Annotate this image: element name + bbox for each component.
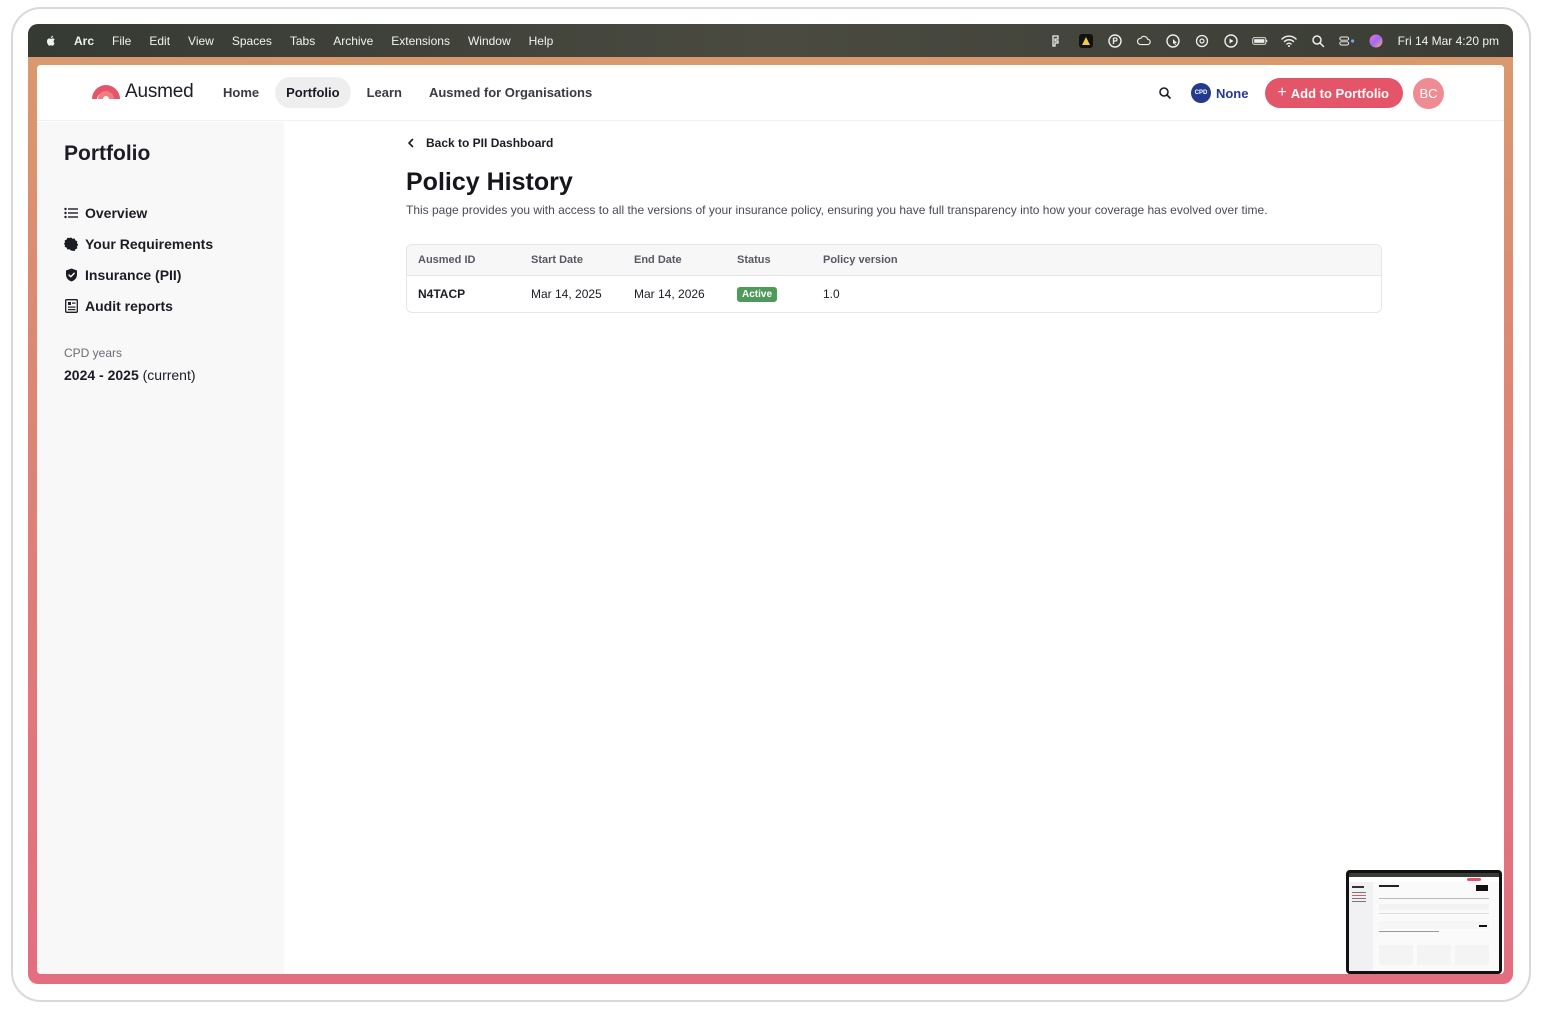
page-description: This page provides you with access to al… [406,203,1268,217]
cpd-badge-icon: CPD [1190,83,1211,103]
menu-bar-items: Arc File Edit View Spaces Tabs Archive E… [74,34,571,48]
cell-ausmed-id: N4TACP [418,287,466,301]
report-icon [64,298,78,313]
apple-icon[interactable] [44,34,58,48]
cell-policy-version: 1.0 [823,287,840,301]
menu-archive[interactable]: Archive [333,34,373,48]
menu-edit[interactable]: Edit [149,34,170,48]
plus-icon: + [1277,84,1287,101]
cpd-status[interactable]: CPD None [1190,83,1249,103]
cloud-icon[interactable] [1136,33,1152,49]
back-link-label: Back to PII Dashboard [426,136,554,150]
openai-icon[interactable] [1194,33,1210,49]
wifi-icon[interactable] [1280,33,1297,49]
main-content: Back to PII Dashboard Policy History Thi… [406,135,1386,313]
add-to-portfolio-label: Add to Portfolio [1290,85,1389,101]
nav-portfolio[interactable]: Portfolio [275,77,351,108]
window-preview-thumbnail[interactable] [1346,870,1502,974]
nav-home[interactable]: Home [212,77,270,108]
sidebar-item-insurance-pii[interactable]: Insurance (PII) [64,259,213,290]
thumbnail-preview-graphic [1349,873,1499,971]
brand-name: Ausmed [125,81,194,102]
menu-help[interactable]: Help [529,34,554,48]
menu-tabs[interactable]: Tabs [290,34,315,48]
shield-check-icon [64,268,78,282]
main-nav: Home Portfolio Learn Ausmed for Organisa… [212,77,608,108]
sidebar-item-label: Audit reports [85,297,173,314]
sidebar-item-label: Insurance (PII) [85,266,182,283]
sidebar-item-overview[interactable]: Overview [64,197,213,228]
back-to-pii-dashboard-link[interactable]: Back to PII Dashboard [406,135,1386,151]
sidebar-item-audit-reports[interactable]: Audit reports [64,290,213,321]
cpd-year-selector[interactable]: 2024 - 2025 (current) [64,367,196,383]
list-icon [64,206,78,220]
page-title: Policy History [406,168,573,196]
portfolio-sidebar: Portfolio Overview Your Requirements Ins… [37,122,284,974]
menu-file[interactable]: File [112,34,131,48]
add-to-portfolio-button[interactable]: + Add to Portfolio [1265,78,1403,108]
spotlight-search-icon[interactable] [1310,33,1326,49]
menu-window[interactable]: Window [468,34,511,48]
cpd-year-range: 2024 - 2025 [64,367,139,383]
header-actions: CPD None + Add to Portfolio BC [1157,77,1504,109]
menu-view[interactable]: View [188,34,214,48]
menu-bar-clock[interactable]: Fri 14 Mar 4:20 pm [1398,34,1499,48]
column-header-end-date: End Date [634,254,682,266]
app-badge-icon[interactable] [1078,33,1094,49]
sidebar-item-label: Your Requirements [85,235,214,252]
nav-learn[interactable]: Learn [356,77,413,108]
siri-icon[interactable] [1368,33,1384,49]
column-header-policy-version: Policy version [823,254,898,266]
sidebar-nav: Overview Your Requirements Insurance (PI… [64,197,213,321]
nav-ausmed-for-organisations[interactable]: Ausmed for Organisations [418,77,603,108]
column-header-status: Status [737,254,771,266]
user-avatar[interactable]: BC [1413,77,1444,109]
table-header: Ausmed ID Start Date End Date Status Pol… [407,245,1381,276]
cell-start-date: Mar 14, 2025 [531,287,602,301]
sidebar-title: Portfolio [64,142,151,165]
cell-status: Active [737,286,823,302]
sidebar-item-your-requirements[interactable]: Your Requirements [64,228,213,259]
macos-menu-bar: Arc File Edit View Spaces Tabs Archive E… [28,24,1513,57]
status-area: Fri 14 Mar 4:20 pm [1036,24,1499,57]
ausmed-logo[interactable]: Ausmed [91,81,194,103]
menu-extensions[interactable]: Extensions [391,34,450,48]
cpd-status-label: None [1215,85,1249,101]
sidebar-item-label: Overview [85,204,148,221]
screen: Arc File Edit View Spaces Tabs Archive E… [28,24,1513,984]
search-icon[interactable] [1157,85,1173,101]
cpd-year-note: (current) [138,367,196,383]
pointer-icon[interactable] [1165,33,1181,49]
coin-icon[interactable] [1107,33,1123,49]
thumbnail-content [1349,873,1499,971]
menu-spaces[interactable]: Spaces [232,34,272,48]
table-row: N4TACP Mar 14, 2025 Mar 14, 2026 Active … [407,276,1381,312]
cell-end-date: Mar 14, 2026 [634,287,705,301]
column-header-start-date: Start Date [531,254,583,266]
chevron-left-icon [408,138,414,148]
site-header: Ausmed Home Portfolio Learn Ausmed for O… [37,65,1504,121]
control-center-icon[interactable] [1338,33,1355,49]
battery-icon[interactable] [1251,33,1268,49]
tool-icon[interactable] [1049,33,1065,49]
policy-history-table: Ausmed ID Start Date End Date Status Pol… [406,244,1382,313]
ausmed-logo-mark-icon [92,85,120,99]
cpd-years-label: CPD years [64,346,123,360]
badge-icon [64,237,78,251]
column-header-ausmed-id: Ausmed ID [418,254,476,266]
menu-app-name[interactable]: Arc [74,34,94,48]
status-badge: Active [737,287,778,302]
browser-content: Ausmed Home Portfolio Learn Ausmed for O… [37,65,1504,974]
play-icon[interactable] [1223,33,1239,49]
